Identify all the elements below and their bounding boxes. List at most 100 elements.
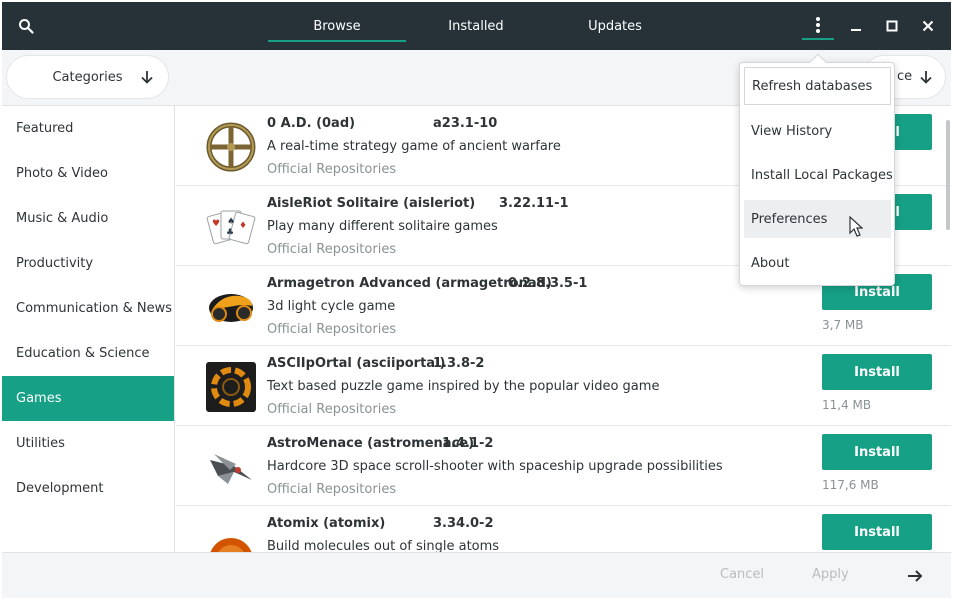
package-row-asciiportal[interactable]: ASCIIpOrtal (asciiportal) 1.3.8-2 Text b… — [176, 346, 951, 426]
cards-icon: ♥ ♠ ♦ ♣ — [206, 210, 256, 245]
menu-item-label: Install Local Packages — [751, 167, 893, 183]
tab-installed[interactable]: Installed — [407, 2, 545, 50]
0ad-icon — [206, 122, 256, 172]
menu-item-label: Refresh databases — [752, 78, 873, 94]
sidebar-item-label: Games — [16, 391, 62, 406]
package-repository: Official Repositories — [267, 482, 397, 497]
close-icon — [922, 20, 934, 32]
package-version: 1.3.8-2 — [433, 356, 485, 371]
tab-browse-label: Browse — [313, 18, 361, 34]
sidebar-item-label: Education & Science — [16, 346, 150, 361]
tab-browse[interactable]: Browse — [268, 2, 406, 50]
install-button[interactable]: Install — [822, 354, 932, 390]
package-description: 3d light cycle game — [267, 299, 396, 314]
package-version: 1.4.1-2 — [442, 436, 494, 451]
arrow-down-icon — [920, 71, 932, 84]
sidebar-item-label: Music & Audio — [16, 211, 109, 226]
menu-item-install-local-packages[interactable]: Install Local Packages — [744, 156, 893, 194]
menu-item-about[interactable]: About — [744, 244, 891, 282]
mouse-pointer-icon — [849, 216, 863, 237]
package-description: Text based puzzle game inspired by the p… — [267, 379, 660, 394]
maximize-button[interactable] — [880, 14, 904, 38]
menu-item-label: About — [751, 255, 790, 271]
package-version: a23.1-10 — [433, 116, 498, 131]
sidebar-item-games[interactable]: Games — [2, 376, 174, 421]
svg-text:♥: ♥ — [212, 219, 220, 229]
package-name: AisleRiot Solitaire (aisleriot) — [267, 196, 476, 211]
install-button-label: Install — [854, 364, 900, 380]
package-version: 0.2.8.3.5-1 — [508, 276, 588, 291]
package-row-astromenace[interactable]: AstroMenace (astromenace) 1.4.1-2 Hardco… — [176, 426, 951, 506]
spaceship-icon — [210, 454, 252, 484]
list-scrollbar[interactable] — [946, 120, 950, 230]
app-menu-popover: Refresh databases View History Install L… — [739, 53, 895, 286]
close-button[interactable] — [916, 14, 940, 38]
atomix-icon: H — [210, 538, 252, 552]
package-description: A real-time strategy game of ancient war… — [267, 139, 561, 154]
sidebar-item-label: Communication & News — [16, 301, 172, 316]
tab-active-indicator — [268, 40, 406, 42]
svg-text:♠: ♠ — [227, 217, 235, 227]
install-button[interactable]: Install — [822, 514, 932, 550]
tab-updates[interactable]: Updates — [546, 2, 684, 50]
tab-installed-label: Installed — [448, 18, 504, 34]
package-size: 117,6 MB — [822, 478, 879, 492]
sidebar-item-communication-news[interactable]: Communication & News — [2, 286, 174, 331]
menu-item-view-history[interactable]: View History — [744, 112, 891, 150]
install-button-label: Install — [854, 524, 900, 540]
search-button[interactable] — [12, 12, 40, 40]
package-repository: Official Repositories — [267, 402, 397, 417]
install-button-label: Install — [854, 284, 900, 300]
menu-item-label: Preferences — [751, 211, 828, 227]
package-description: Build molecules out of single atoms — [267, 539, 500, 552]
minimize-button[interactable] — [844, 14, 868, 38]
install-button[interactable]: Install — [822, 434, 932, 470]
package-version: 3.22.11-1 — [499, 196, 569, 211]
arrow-right-icon[interactable] — [904, 565, 926, 587]
sidebar-item-label: Development — [16, 481, 104, 496]
svg-text:♣: ♣ — [226, 228, 234, 238]
sidebar-item-featured[interactable]: Featured — [2, 106, 174, 151]
apply-button[interactable]: Apply — [812, 567, 849, 582]
package-repository: Official Repositories — [267, 322, 397, 337]
package-description: Hardcore 3D space scroll-shooter with sp… — [267, 459, 723, 474]
categories-dropdown[interactable]: Categories — [6, 55, 169, 99]
package-row-atomix[interactable]: H Atomix (atomix) 3.34.0-2 Build molecul… — [176, 506, 951, 552]
sidebar-item-label: Featured — [16, 121, 74, 136]
sidebar-item-label: Photo & Video — [16, 166, 108, 181]
app-menu-button[interactable] — [800, 4, 836, 46]
sidebar-item-development[interactable]: Development — [2, 466, 174, 511]
categories-label: Categories — [52, 69, 123, 85]
package-size: 11,4 MB — [822, 398, 872, 412]
minimize-icon — [851, 29, 861, 31]
package-name: ASCIIpOrtal (asciiportal) — [267, 356, 446, 371]
sidebar-item-music-audio[interactable]: Music & Audio — [2, 196, 174, 241]
tab-updates-label: Updates — [588, 18, 642, 34]
sidebar-item-label: Utilities — [16, 436, 65, 451]
portal-icon — [206, 362, 256, 412]
cancel-button[interactable]: Cancel — [720, 567, 764, 582]
category-sidebar: Featured Photo & Video Music & Audio Pro… — [2, 106, 175, 552]
header-bar: Browse Installed Updates — [2, 2, 951, 50]
package-repository: Official Repositories — [267, 242, 397, 257]
install-button-label: Install — [854, 444, 900, 460]
maximize-icon — [886, 20, 898, 32]
menu-active-indicator — [802, 38, 834, 40]
menu-item-label: View History — [751, 123, 833, 139]
package-name: Atomix (atomix) — [267, 516, 386, 531]
sidebar-item-productivity[interactable]: Productivity — [2, 241, 174, 286]
package-description: Play many different solitaire games — [267, 219, 498, 234]
footer-bar: Cancel Apply — [2, 552, 951, 598]
arrow-down-icon — [141, 71, 153, 84]
sidebar-item-photo-video[interactable]: Photo & Video — [2, 151, 174, 196]
sidebar-item-education-science[interactable]: Education & Science — [2, 331, 174, 376]
package-size: 3,7 MB — [822, 318, 864, 332]
menu-item-refresh-databases[interactable]: Refresh databases — [744, 67, 891, 105]
menu-item-preferences[interactable]: Preferences — [744, 200, 891, 238]
package-name: 0 A.D. (0ad) — [267, 116, 356, 131]
sidebar-item-utilities[interactable]: Utilities — [2, 421, 174, 466]
package-version: 3.34.0-2 — [433, 516, 494, 531]
lightcycle-icon — [209, 294, 253, 322]
package-repository: Official Repositories — [267, 162, 397, 177]
sort-label: ce — [897, 69, 913, 84]
